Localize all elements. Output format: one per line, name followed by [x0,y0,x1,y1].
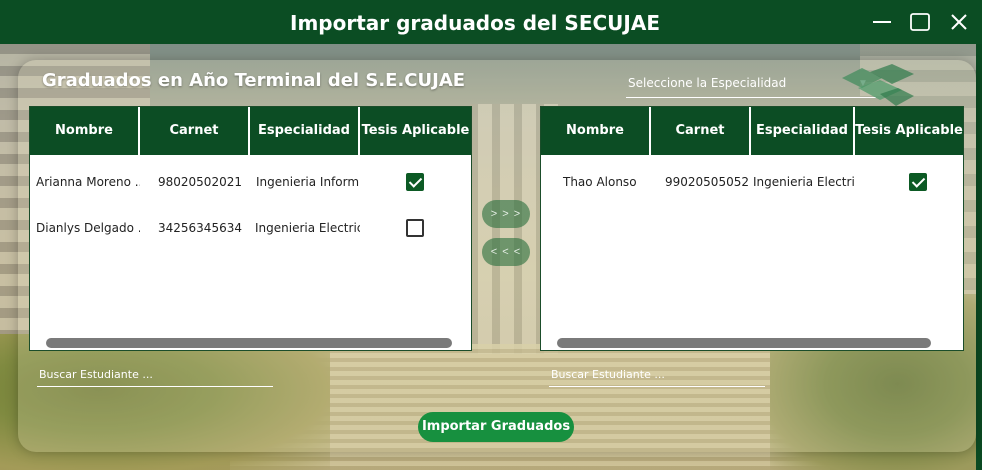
tesis-checkbox[interactable] [406,173,424,191]
column-header-especialidad[interactable]: Especialidad [250,107,360,155]
cell-especialidad: Ingenieria Electrica [753,175,855,189]
right-table-header: Nombre Carnet Especialidad Tesis Aplicab… [541,107,963,155]
right-search-input[interactable] [549,363,765,385]
cell-carnet: 98020502021 [158,175,242,189]
column-header-carnet[interactable]: Carnet [651,107,751,155]
window-title: Importar graduados del SECUJAE [290,11,660,35]
maximize-icon[interactable] [908,10,932,34]
cell-tesis [855,169,963,195]
right-graduates-table: Nombre Carnet Especialidad Tesis Aplicab… [540,106,964,351]
cell-nombre: Arianna Moreno ... [36,175,140,189]
cujae-logo-icon [842,64,914,106]
left-search-input[interactable] [37,363,273,385]
tesis-checkbox[interactable] [909,173,927,191]
cell-nombre: Dianlys Delgado ... [36,221,140,235]
horizontal-scrollbar[interactable] [557,338,931,348]
left-table-header: Nombre Carnet Especialidad Tesis Aplicab… [30,107,471,155]
left-graduates-table: Nombre Carnet Especialidad Tesis Aplicab… [29,106,472,351]
table-row[interactable]: Arianna Moreno ... 98020502021 Ingenieri… [30,169,471,195]
import-graduates-button[interactable]: Importar Graduados [418,412,574,442]
column-header-nombre[interactable]: Nombre [541,107,651,155]
cell-tesis [360,215,471,241]
cell-carnet: 34256345634 [158,221,242,235]
table-row[interactable]: Thao Alonso 99020505052 Ingenieria Elect… [541,169,963,195]
page-heading: Graduados en Año Terminal del S.E.CUJAE [42,70,466,91]
horizontal-scrollbar[interactable] [46,338,452,348]
cell-especialidad: Ingenieria Inform... [256,175,360,189]
move-right-button[interactable]: > > > [482,200,530,228]
column-header-especialidad[interactable]: Especialidad [751,107,855,155]
cell-carnet: 99020505052 [665,175,749,189]
column-header-tesis[interactable]: Tesis Aplicable [855,107,963,155]
title-bar: Importar graduados del SECUJAE [0,0,982,44]
left-search-field[interactable] [37,363,273,387]
tesis-checkbox[interactable] [406,219,424,237]
right-search-field[interactable] [549,363,765,387]
minimize-icon[interactable] [870,10,894,34]
column-header-tesis[interactable]: Tesis Aplicable [360,107,471,155]
cell-nombre: Thao Alonso [563,175,637,189]
column-header-carnet[interactable]: Carnet [140,107,250,155]
specialty-select[interactable]: Seleccione la Especialidad ▼ [626,72,876,98]
window-edge [976,44,982,470]
move-left-button[interactable]: < < < [482,238,530,266]
cell-especialidad: Ingenieria Electrica [255,221,360,235]
cell-tesis [360,169,471,195]
specialty-select-label: Seleccione la Especialidad [628,76,787,90]
table-row[interactable]: Dianlys Delgado ... 34256345634 Ingenier… [30,215,471,241]
close-icon[interactable] [947,10,971,34]
column-header-nombre[interactable]: Nombre [30,107,140,155]
